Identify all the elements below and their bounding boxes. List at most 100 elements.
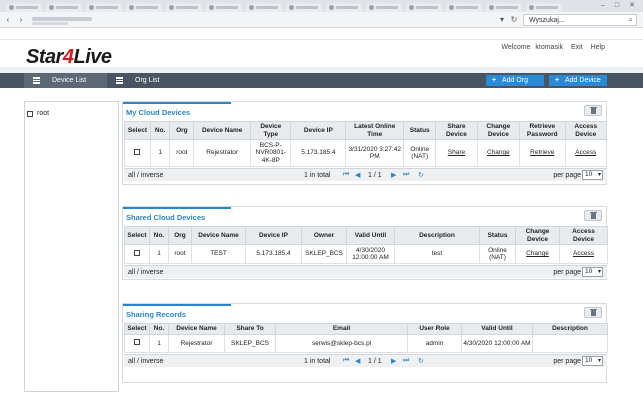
pager: all / inverse 10 per page xyxy=(124,265,607,278)
column-header: Device Name xyxy=(193,121,252,140)
first-page-icon[interactable]: ⏮ xyxy=(343,171,349,179)
prev-page-icon[interactable]: ◀ xyxy=(355,357,360,365)
browser-tab[interactable] xyxy=(406,3,442,12)
per-page-label: per page xyxy=(553,269,581,276)
last-page-icon[interactable]: ⏭ xyxy=(403,171,409,179)
refresh-icon[interactable]: ↻ xyxy=(418,171,424,179)
close-icon[interactable]: ✕ xyxy=(627,2,637,10)
url-field[interactable] xyxy=(32,17,92,21)
add-org-button[interactable]: + Add Org xyxy=(486,75,544,86)
per-page-select[interactable]: 10 xyxy=(582,267,603,277)
refresh-icon[interactable]: ↻ xyxy=(509,15,519,25)
browser-search-box[interactable]: Wyszukaj... ⌕ xyxy=(523,14,637,26)
row-checkbox[interactable] xyxy=(134,339,140,346)
column-header: Device Name xyxy=(168,323,225,335)
browser-tab[interactable] xyxy=(206,3,242,12)
my-cloud-devices-table: Select No. Org Device Name Device Type D… xyxy=(124,121,608,167)
select-all-inverse[interactable]: all / inverse xyxy=(128,358,163,365)
next-page-icon[interactable]: ▶ xyxy=(391,357,396,365)
my-cloud-devices-panel: My Cloud Devices Select No. Org Device N… xyxy=(122,101,608,185)
browser-tab[interactable] xyxy=(86,3,122,12)
access-link[interactable]: Access xyxy=(575,149,596,156)
column-header: Owner xyxy=(301,226,347,245)
trash-icon[interactable] xyxy=(584,210,602,221)
table-row: 1 root Rejestrator BCS-P-NVR0801-4K-8P 5… xyxy=(124,139,608,167)
cell-device-type: BCS-P-NVR0801-4K-8P xyxy=(250,139,292,167)
back-icon[interactable]: ‹ xyxy=(3,15,13,25)
add-device-button[interactable]: + Add Device xyxy=(549,75,607,86)
per-page-select[interactable]: 10 xyxy=(582,170,603,180)
panel-title: Shared Cloud Devices xyxy=(126,213,206,222)
column-header: Status xyxy=(479,226,516,245)
browser-tab[interactable] xyxy=(246,3,282,12)
browser-tab[interactable] xyxy=(46,3,82,12)
trash-icon[interactable] xyxy=(584,307,602,318)
cell-device-name: TEST xyxy=(191,244,246,264)
column-header: Device Type xyxy=(250,121,292,140)
next-page-icon[interactable]: ▶ xyxy=(391,171,396,179)
main-toolbar: Device List Org List + Add Org + Add Dev… xyxy=(0,73,643,88)
search-icon[interactable]: ⌕ xyxy=(629,15,633,25)
panel-accent-line xyxy=(123,207,231,209)
shared-cloud-devices-panel: Shared Cloud Devices Select No. Org Devi… xyxy=(122,206,608,280)
select-cell xyxy=(124,139,151,167)
browser-tab[interactable] xyxy=(6,3,42,12)
cell-user-role: admin xyxy=(407,334,462,353)
browser-tab[interactable] xyxy=(526,3,562,12)
column-header: Share Device xyxy=(435,121,478,140)
row-checkbox[interactable] xyxy=(134,249,140,256)
browser-tab[interactable] xyxy=(326,3,362,12)
column-header: Valid Until xyxy=(461,323,533,335)
cell-device-name: Rejestrator xyxy=(168,334,225,353)
tree-checkbox[interactable] xyxy=(27,110,33,117)
retrieve-link[interactable]: Retrieve xyxy=(530,149,554,156)
column-header: Status xyxy=(403,121,437,140)
prev-page-icon[interactable]: ◀ xyxy=(355,171,360,179)
cell-org: root xyxy=(168,244,192,264)
column-header: Retrieve Password xyxy=(519,121,566,140)
per-page-select[interactable]: 10 xyxy=(582,356,603,366)
total-count: 1 in total xyxy=(304,358,331,365)
trash-icon[interactable] xyxy=(584,105,602,116)
tab-org-list[interactable]: Org List xyxy=(107,73,192,88)
cell-status: Online (NAT) xyxy=(403,139,437,167)
change-link[interactable]: Change xyxy=(487,149,510,156)
access-link[interactable]: Access xyxy=(573,250,594,257)
cell-no: 1 xyxy=(149,334,169,353)
column-header: Valid Until xyxy=(346,226,395,245)
dropdown-icon[interactable]: ▾ xyxy=(497,15,507,25)
column-header: Email xyxy=(275,323,408,335)
column-header: No. xyxy=(149,323,169,335)
browser-tab[interactable] xyxy=(126,3,162,12)
cell-device-ip: 5.173.185.4 xyxy=(290,139,347,167)
share-link[interactable]: Share xyxy=(448,149,465,156)
column-header: Device Name xyxy=(191,226,246,245)
tree-node-root[interactable]: root xyxy=(27,110,49,117)
cell-description xyxy=(532,334,608,353)
cell-no: 1 xyxy=(149,244,169,264)
row-checkbox[interactable] xyxy=(134,148,141,155)
column-header: Description xyxy=(394,226,480,245)
minimize-icon[interactable]: – xyxy=(598,2,608,10)
help-link[interactable]: Help xyxy=(591,44,605,51)
first-page-icon[interactable]: ⏮ xyxy=(343,357,349,365)
maximize-icon[interactable]: □ xyxy=(612,2,622,10)
change-link[interactable]: Change xyxy=(526,250,549,257)
browser-tab[interactable] xyxy=(446,3,482,12)
tab-device-list[interactable]: Device List xyxy=(24,73,107,88)
pager: all / inverse 1 in total ⏮ ◀ 1 / 1 ▶ ⏭ ↻… xyxy=(124,354,607,367)
forward-icon[interactable]: › xyxy=(16,15,26,25)
select-all-inverse[interactable]: all / inverse xyxy=(128,269,163,276)
panel-title: My Cloud Devices xyxy=(126,108,191,117)
address-bar: ‹ › ▾ ↻ Wyszukaj... ⌕ xyxy=(0,12,643,28)
browser-tab[interactable] xyxy=(166,3,202,12)
refresh-icon[interactable]: ↻ xyxy=(418,357,424,365)
browser-tab[interactable] xyxy=(366,3,402,12)
browser-tab[interactable] xyxy=(486,3,522,12)
select-all-inverse[interactable]: all / inverse xyxy=(128,172,163,179)
last-page-icon[interactable]: ⏭ xyxy=(403,357,409,365)
browser-tab[interactable] xyxy=(286,3,322,12)
column-header: User Role xyxy=(407,323,462,335)
cell-description: test xyxy=(394,244,480,264)
exit-link[interactable]: Exit xyxy=(571,44,583,51)
